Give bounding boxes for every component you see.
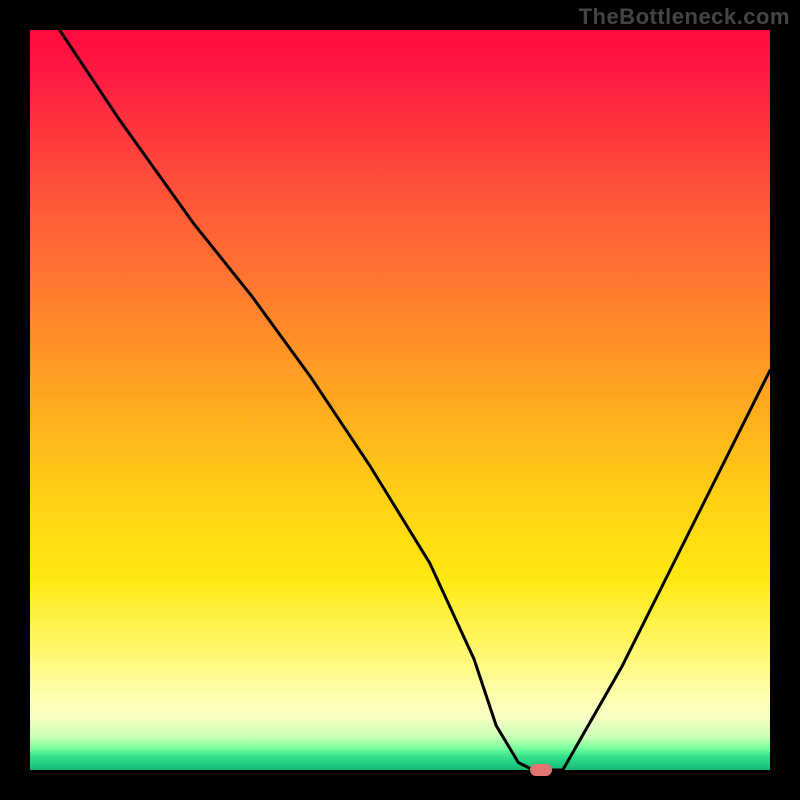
- watermark-text: TheBottleneck.com: [579, 4, 790, 30]
- plot-area: [30, 30, 770, 770]
- bottleneck-curve: [30, 30, 770, 770]
- chart-frame: TheBottleneck.com: [0, 0, 800, 800]
- optimal-marker: [530, 764, 552, 776]
